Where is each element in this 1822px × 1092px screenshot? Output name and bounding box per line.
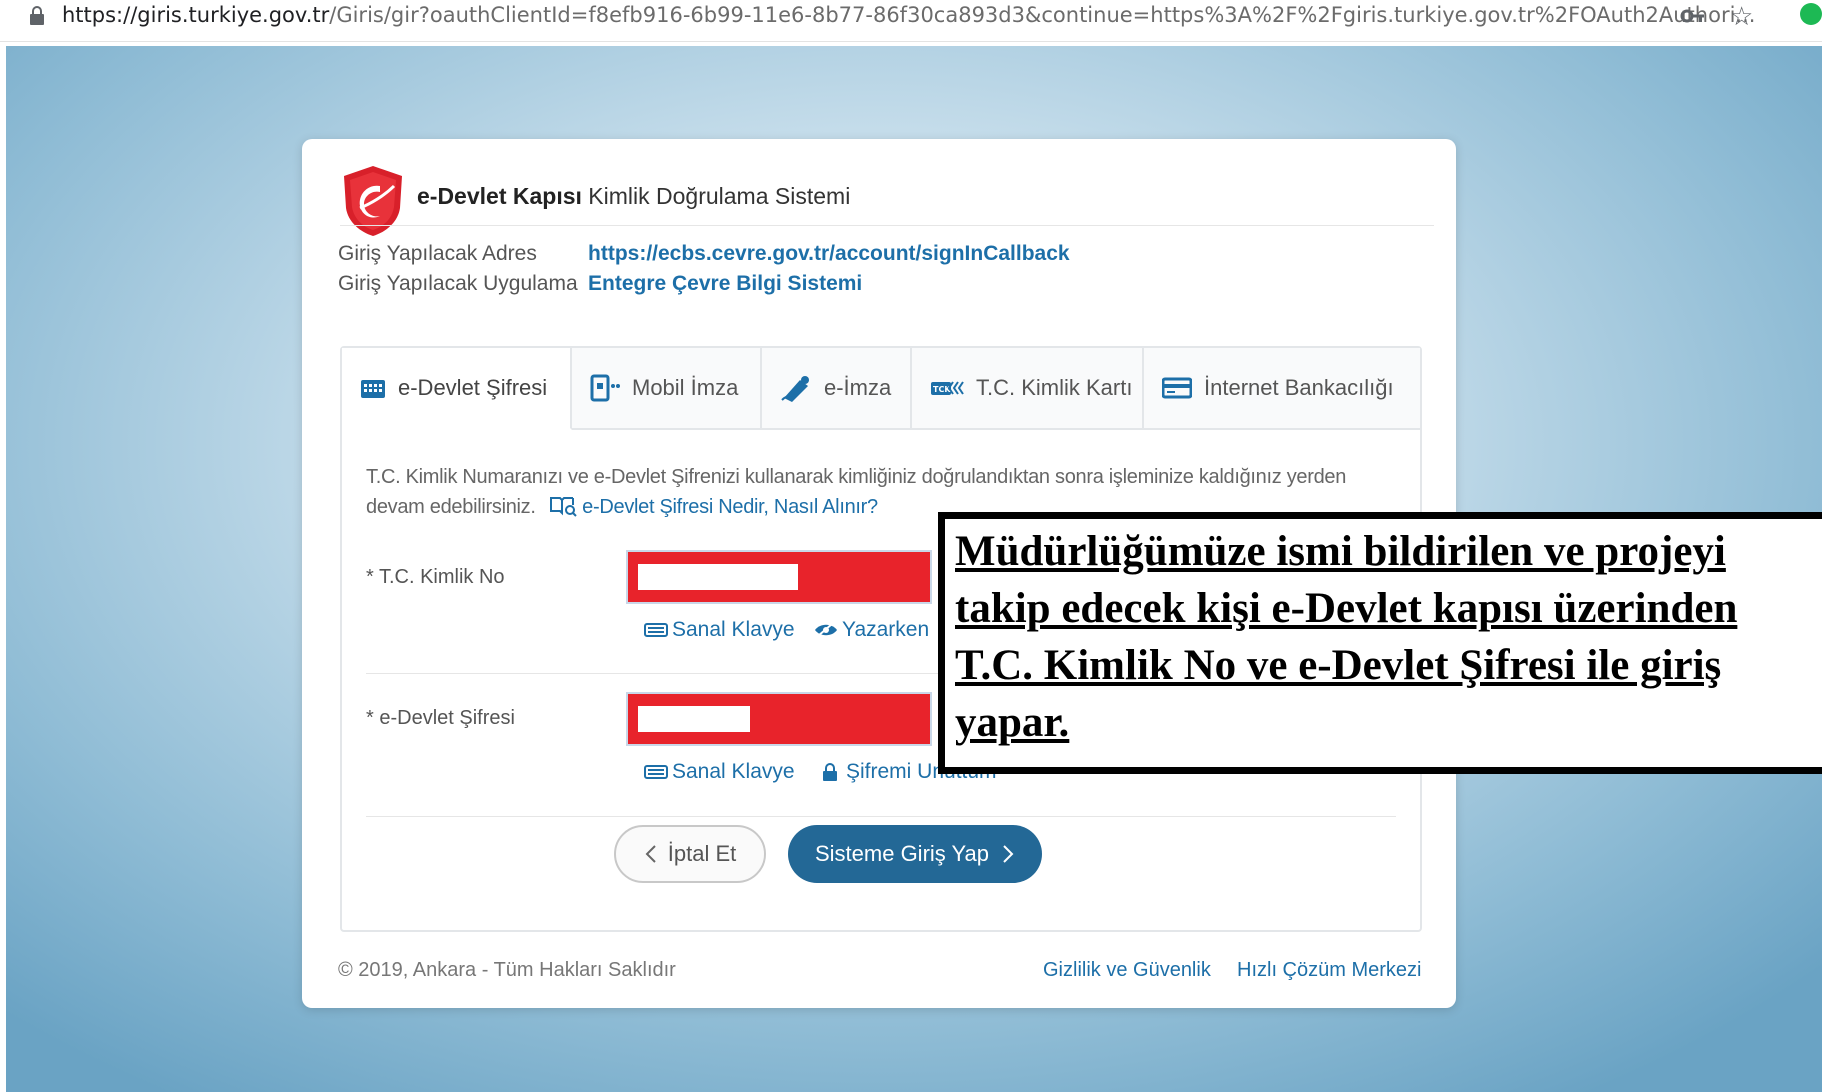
keypad-icon [361,380,385,398]
privacy-link[interactable]: Gizlilik ve Güvenlik [1043,959,1211,982]
redaction-mask [638,564,798,590]
virtual-keyboard-label: Sanal Klavye [672,760,795,783]
help-center-link[interactable]: Hızlı Çözüm Merkezi [1237,959,1421,982]
chevron-left-icon [645,845,656,863]
login-button[interactable]: Sisteme Giriş Yap [788,825,1042,883]
url-field[interactable]: https://giris.turkiye.gov.tr/Giris/gir?o… [62,3,1755,27]
e-signature-icon [781,376,809,402]
help-link[interactable]: e-Devlet Şifresi Nedir, Nasıl Alınır? [541,496,878,518]
password-input[interactable] [626,692,932,746]
show-while-typing-toggle[interactable]: Yazarken [814,618,929,642]
tab-internet-bankaciligi[interactable]: İnternet Bankacılığı [1144,348,1420,428]
annotation-overlay: Müdürlüğümüze ismi bildirilen ve projeyi… [938,512,1822,774]
e-devlet-logo [344,166,402,236]
mobile-signature-icon [590,374,620,402]
keyboard-icon [644,623,668,637]
tab-label: İnternet Bankacılığı [1204,375,1394,400]
virtual-keyboard-label: Sanal Klavye [672,618,795,641]
form-divider [366,816,1396,817]
chevron-right-icon [1003,845,1014,863]
app-value: Entegre Çevre Bilgi Sistemi [588,272,863,295]
browser-address-bar: https://giris.turkiye.gov.tr/Giris/gir?o… [0,0,1822,42]
annotation-text: Müdürlüğümüze ismi bildirilen ve projeyi… [955,528,1738,746]
tab-tc-kimlik-karti[interactable]: TCK T.C. Kimlik Kartı [912,348,1144,428]
copyright-text: © 2019, Ankara - Tüm Hakları Saklıdır [338,959,676,981]
svg-text:TCK: TCK [933,385,951,394]
address-label: Giriş Yapılacak Adres [338,242,537,265]
tc-kimlik-label: * T.C. Kimlik No [366,566,505,588]
book-help-icon [549,497,577,517]
brand-subtitle: Kimlik Doğrulama Sistemi [581,183,851,209]
header-divider [340,225,1434,226]
brand-bold: e-Devlet Kapısı [417,183,582,209]
tab-row: e-Devlet Şifresi Mobil İmza e-İmza TCK T… [342,348,1420,430]
url-path: /Giris/gir?oauthClientId=f8efb916-6b99-1… [329,3,1756,27]
tab-label: e-Devlet Şifresi [398,375,548,400]
redaction-mask [638,706,750,732]
url-host: https://giris.turkiye.gov.tr [62,3,330,27]
lock-icon [30,6,44,25]
address-value: https://ecbs.cevre.gov.tr/account/signIn… [588,242,1070,265]
virtual-keyboard-link-2[interactable]: Sanal Klavye [644,760,795,784]
show-while-typing-label: Yazarken [842,618,930,641]
keyboard-icon [644,765,668,779]
tab-label: Mobil İmza [632,375,739,400]
password-label: * e-Devlet Şifresi [366,707,515,729]
brand-title: e-Devlet Kapısı Kimlik Doğrulama Sistemi [417,183,850,210]
tab-label: e-İmza [824,375,892,400]
cancel-button[interactable]: İptal Et [614,825,766,883]
tab-label: T.C. Kimlik Kartı [976,375,1133,400]
virtual-keyboard-link-1[interactable]: Sanal Klavye [644,618,795,642]
tab-e-devlet-sifresi[interactable]: e-Devlet Şifresi [342,348,572,430]
login-label: Sisteme Giriş Yap [814,841,990,866]
eye-icon [815,623,837,637]
bookmark-star-icon[interactable]: ☆ [1730,3,1753,29]
tc-kimlik-input[interactable] [626,550,932,604]
id-card-icon: TCK [931,381,964,395]
bank-card-icon [1162,377,1192,399]
extension-icon[interactable] [1800,3,1822,25]
padlock-icon [823,763,837,781]
tab-mobil-imza[interactable]: Mobil İmza [572,348,762,428]
cancel-label: İptal Et [667,841,737,866]
app-label: Giriş Yapılacak Uygulama [338,272,578,295]
help-link-label: e-Devlet Şifresi Nedir, Nasıl Alınır? [582,496,878,518]
tab-e-imza[interactable]: e-İmza [762,348,912,428]
key-icon[interactable] [1680,6,1706,26]
